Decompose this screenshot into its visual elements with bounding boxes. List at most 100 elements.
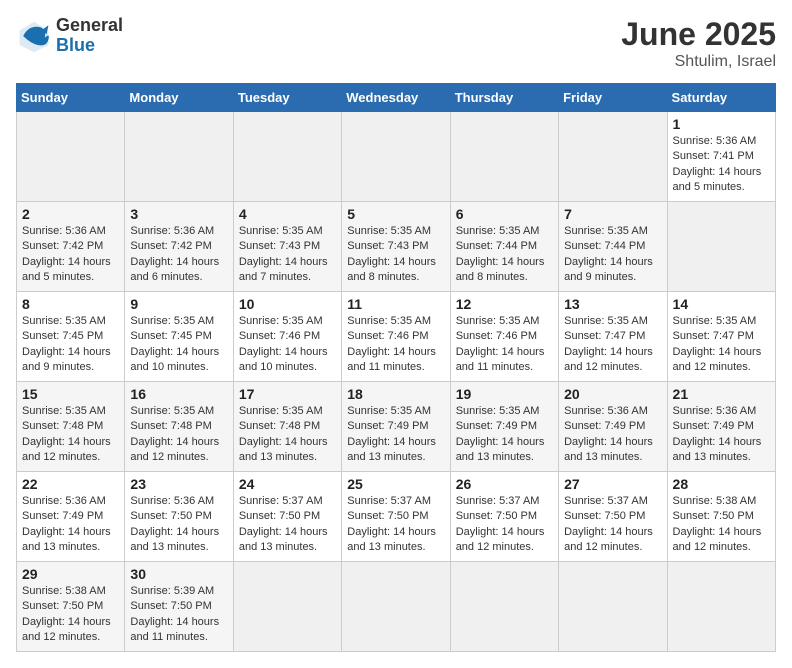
calendar-cell: 24 Sunrise: 5:37 AMSunset: 7:50 PMDayligh… <box>233 472 341 562</box>
day-number: 13 <box>564 296 661 312</box>
day-number: 26 <box>456 476 553 492</box>
day-header-tuesday: Tuesday <box>233 84 341 112</box>
day-info: Sunrise: 5:35 AMSunset: 7:44 PMDaylight:… <box>456 225 545 283</box>
calendar-cell: 1 Sunrise: 5:36 AMSunset: 7:41 PMDaylight… <box>667 112 775 202</box>
calendar-cell: 2 Sunrise: 5:36 AMSunset: 7:42 PMDaylight… <box>17 202 125 292</box>
calendar-cell: 28 Sunrise: 5:38 AMSunset: 7:50 PMDayligh… <box>667 472 775 562</box>
day-info: Sunrise: 5:37 AMSunset: 7:50 PMDaylight:… <box>347 495 436 553</box>
calendar-cell-empty <box>559 562 667 652</box>
calendar-cell-empty <box>233 562 341 652</box>
day-header-saturday: Saturday <box>667 84 775 112</box>
calendar-cell: 10Sunrise: 5:35 AMSunset: 7:46 PMDayligh… <box>233 292 341 382</box>
calendar-week-row: 22 Sunrise: 5:36 AMSunset: 7:49 PMDayligh… <box>17 472 776 562</box>
day-info: Sunrise: 5:35 AMSunset: 7:49 PMDaylight:… <box>347 405 436 463</box>
day-info: Sunrise: 5:38 AMSunset: 7:50 PMDaylight:… <box>22 585 111 643</box>
day-number: 16 <box>130 386 227 402</box>
calendar-cell: 26 Sunrise: 5:37 AMSunset: 7:50 PMDayligh… <box>450 472 558 562</box>
day-number: 11 <box>347 296 444 312</box>
day-info: Sunrise: 5:35 AMSunset: 7:46 PMDaylight:… <box>347 315 436 373</box>
logo-blue: Blue <box>56 36 123 56</box>
day-info: Sunrise: 5:35 AMSunset: 7:47 PMDaylight:… <box>673 315 762 373</box>
day-number: 9 <box>130 296 227 312</box>
title-block: June 2025 Shtulim, Israel <box>621 16 776 71</box>
day-info: Sunrise: 5:36 AMSunset: 7:50 PMDaylight:… <box>130 495 219 553</box>
day-header-wednesday: Wednesday <box>342 84 450 112</box>
calendar-cell-empty <box>667 562 775 652</box>
day-info: Sunrise: 5:38 AMSunset: 7:50 PMDaylight:… <box>673 495 762 553</box>
day-number: 14 <box>673 296 770 312</box>
day-number: 23 <box>130 476 227 492</box>
calendar-cell: 3Sunrise: 5:36 AMSunset: 7:42 PMDaylight… <box>125 202 233 292</box>
day-info: Sunrise: 5:35 AMSunset: 7:44 PMDaylight:… <box>564 225 653 283</box>
day-info: Sunrise: 5:36 AMSunset: 7:41 PMDaylight:… <box>673 135 762 193</box>
calendar-cell: 17Sunrise: 5:35 AMSunset: 7:48 PMDayligh… <box>233 382 341 472</box>
calendar-cell: 6 Sunrise: 5:35 AMSunset: 7:44 PMDaylight… <box>450 202 558 292</box>
day-number: 7 <box>564 206 661 222</box>
calendar-cell-empty <box>450 112 558 202</box>
day-number: 22 <box>22 476 119 492</box>
day-number: 24 <box>239 476 336 492</box>
day-number: 4 <box>239 206 336 222</box>
day-number: 10 <box>239 296 336 312</box>
calendar-week-row: 8 Sunrise: 5:35 AMSunset: 7:45 PMDaylight… <box>17 292 776 382</box>
calendar-cell: 9 Sunrise: 5:35 AMSunset: 7:45 PMDaylight… <box>125 292 233 382</box>
day-number: 18 <box>347 386 444 402</box>
calendar-header-row: SundayMondayTuesdayWednesdayThursdayFrid… <box>17 84 776 112</box>
calendar-cell-empty <box>667 202 775 292</box>
calendar-cell-empty <box>559 112 667 202</box>
calendar-cell: 19Sunrise: 5:35 AMSunset: 7:49 PMDayligh… <box>450 382 558 472</box>
day-info: Sunrise: 5:37 AMSunset: 7:50 PMDaylight:… <box>456 495 545 553</box>
day-number: 21 <box>673 386 770 402</box>
calendar-cell: 5 Sunrise: 5:35 AMSunset: 7:43 PMDaylight… <box>342 202 450 292</box>
calendar-cell-empty <box>17 112 125 202</box>
day-number: 15 <box>22 386 119 402</box>
day-info: Sunrise: 5:36 AMSunset: 7:49 PMDaylight:… <box>22 495 111 553</box>
day-info: Sunrise: 5:35 AMSunset: 7:43 PMDaylight:… <box>347 225 436 283</box>
logo: General Blue <box>16 16 123 56</box>
day-number: 17 <box>239 386 336 402</box>
day-info: Sunrise: 5:36 AMSunset: 7:42 PMDaylight:… <box>22 225 111 283</box>
day-info: Sunrise: 5:37 AMSunset: 7:50 PMDaylight:… <box>239 495 328 553</box>
calendar-week-row: 29 Sunrise: 5:38 AMSunset: 7:50 PMDayligh… <box>17 562 776 652</box>
calendar-table: SundayMondayTuesdayWednesdayThursdayFrid… <box>16 83 776 652</box>
day-number: 12 <box>456 296 553 312</box>
day-info: Sunrise: 5:35 AMSunset: 7:45 PMDaylight:… <box>130 315 219 373</box>
logo-general: General <box>56 16 123 36</box>
day-number: 30 <box>130 566 227 582</box>
day-info: Sunrise: 5:35 AMSunset: 7:48 PMDaylight:… <box>130 405 219 463</box>
calendar-week-row: 1 Sunrise: 5:36 AMSunset: 7:41 PMDaylight… <box>17 112 776 202</box>
calendar-cell: 23 Sunrise: 5:36 AMSunset: 7:50 PMDayligh… <box>125 472 233 562</box>
calendar-cell: 14 Sunrise: 5:35 AMSunset: 7:47 PMDayligh… <box>667 292 775 382</box>
day-number: 29 <box>22 566 119 582</box>
day-number: 27 <box>564 476 661 492</box>
day-number: 6 <box>456 206 553 222</box>
day-info: Sunrise: 5:35 AMSunset: 7:48 PMDaylight:… <box>22 405 111 463</box>
calendar-cell: 27 Sunrise: 5:37 AMSunset: 7:50 PMDayligh… <box>559 472 667 562</box>
month-title: June 2025 <box>621 16 776 53</box>
day-header-friday: Friday <box>559 84 667 112</box>
calendar-week-row: 2 Sunrise: 5:36 AMSunset: 7:42 PMDaylight… <box>17 202 776 292</box>
day-info: Sunrise: 5:37 AMSunset: 7:50 PMDaylight:… <box>564 495 653 553</box>
calendar-cell: 11 Sunrise: 5:35 AMSunset: 7:46 PMDayligh… <box>342 292 450 382</box>
calendar-cell: 4Sunrise: 5:35 AMSunset: 7:43 PMDaylight… <box>233 202 341 292</box>
calendar-cell-empty <box>233 112 341 202</box>
calendar-cell: 20Sunrise: 5:36 AMSunset: 7:49 PMDayligh… <box>559 382 667 472</box>
day-info: Sunrise: 5:36 AMSunset: 7:42 PMDaylight:… <box>130 225 219 283</box>
day-header-monday: Monday <box>125 84 233 112</box>
logo-text: General Blue <box>56 16 123 56</box>
calendar-cell-empty <box>342 112 450 202</box>
calendar-cell: 29 Sunrise: 5:38 AMSunset: 7:50 PMDayligh… <box>17 562 125 652</box>
calendar-cell-empty <box>125 112 233 202</box>
day-number: 8 <box>22 296 119 312</box>
day-number: 28 <box>673 476 770 492</box>
calendar-cell: 18 Sunrise: 5:35 AMSunset: 7:49 PMDayligh… <box>342 382 450 472</box>
calendar-cell: 16 Sunrise: 5:35 AMSunset: 7:48 PMDayligh… <box>125 382 233 472</box>
day-number: 1 <box>673 116 770 132</box>
calendar-cell: 21Sunrise: 5:36 AMSunset: 7:49 PMDayligh… <box>667 382 775 472</box>
day-number: 5 <box>347 206 444 222</box>
day-number: 2 <box>22 206 119 222</box>
calendar-cell: 30Sunrise: 5:39 AMSunset: 7:50 PMDayligh… <box>125 562 233 652</box>
day-info: Sunrise: 5:35 AMSunset: 7:45 PMDaylight:… <box>22 315 111 373</box>
calendar-week-row: 15 Sunrise: 5:35 AMSunset: 7:48 PMDayligh… <box>17 382 776 472</box>
day-number: 19 <box>456 386 553 402</box>
